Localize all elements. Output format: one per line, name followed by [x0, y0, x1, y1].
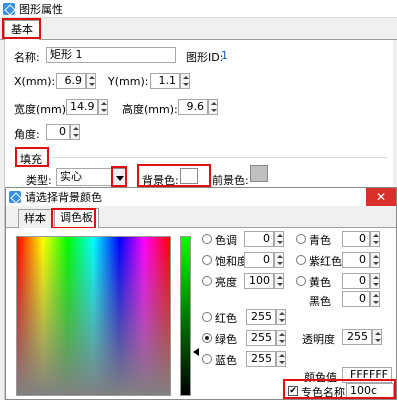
alpha-label: 透明度 [302, 333, 335, 346]
blue-spinner[interactable] [276, 351, 286, 367]
cyan-label: 青色 [309, 234, 331, 247]
x-label: X(mm): [14, 75, 56, 88]
dialog-app-icon [9, 191, 21, 203]
hue-input[interactable]: 0 [244, 231, 274, 247]
fill-type-select[interactable]: 实心 [56, 168, 112, 186]
tab-sample[interactable]: 样本 [18, 209, 52, 228]
green-label: 绿色 [215, 333, 237, 346]
saturation-input[interactable]: 0 [244, 252, 274, 268]
yellow-spinner[interactable] [370, 273, 380, 289]
foreground-color-label: 前景色: [212, 174, 249, 187]
fill-section-label: 填充 [20, 153, 42, 166]
hex-label: 颜色值 [304, 371, 337, 384]
luminance-spinner[interactable] [274, 273, 284, 289]
y-label: Y(mm): [108, 75, 149, 88]
magenta-spinner[interactable] [370, 252, 380, 268]
height-input[interactable]: 9.6 [178, 99, 208, 115]
magenta-radio[interactable] [296, 255, 306, 265]
cyan-spinner[interactable] [370, 231, 380, 247]
fill-divider [52, 157, 387, 158]
width-spinner[interactable] [98, 99, 108, 115]
magenta-input[interactable]: 0 [342, 252, 370, 268]
fill-type-label: 类型: [26, 174, 52, 187]
red-spinner[interactable] [276, 309, 286, 325]
window-title: 图形属性 [19, 2, 63, 16]
color-picker-dialog: 请选择背景颜色 ✕ 样本 调色板 色调 0 饱和度 0 亮度 100 青色 0 … [5, 187, 397, 400]
blue-label: 蓝色 [215, 354, 237, 367]
red-label: 红色 [215, 312, 237, 325]
red-input[interactable]: 255 [246, 309, 276, 325]
cyan-input[interactable]: 0 [342, 231, 370, 247]
black-input[interactable]: 0 [342, 291, 370, 307]
angle-spinner[interactable] [70, 124, 80, 140]
blue-radio[interactable] [202, 354, 212, 364]
x-spinner[interactable] [86, 73, 96, 89]
blue-input[interactable]: 255 [246, 351, 276, 367]
spot-color-label: 专色名称 [301, 386, 345, 399]
yellow-input[interactable]: 0 [342, 273, 370, 289]
green-radio[interactable] [202, 333, 212, 343]
dialog-titlebar: 请选择背景颜色 [6, 188, 396, 206]
x-input[interactable]: 6.9 [56, 73, 86, 89]
dialog-title: 请选择背景颜色 [25, 191, 102, 204]
color-spectrum[interactable] [16, 236, 171, 396]
alpha-input[interactable]: 255 [342, 329, 372, 345]
background-color-label: 背景色: [142, 174, 179, 187]
window-titlebar: 图形属性 [0, 0, 397, 18]
width-input[interactable]: 14.9 [66, 99, 98, 115]
foreground-color-swatch[interactable] [250, 165, 268, 182]
yellow-radio[interactable] [296, 276, 306, 286]
yellow-label: 黄色 [309, 276, 331, 289]
background-color-swatch[interactable] [180, 168, 198, 184]
green-input[interactable]: 255 [246, 330, 276, 346]
black-spinner[interactable] [370, 291, 380, 307]
luminance-pointer[interactable] [193, 348, 199, 356]
luminance-slider[interactable] [180, 236, 191, 396]
shape-id-label: 图形ID: [186, 51, 224, 64]
name-input[interactable]: 矩形 1 [46, 47, 176, 63]
width-label: 宽度(mm): [14, 103, 70, 116]
alpha-spinner[interactable] [372, 329, 382, 345]
spot-color-input[interactable]: 100c [346, 383, 394, 399]
tab-palette[interactable]: 调色板 [54, 208, 99, 229]
close-icon[interactable]: ✕ [366, 188, 396, 206]
name-label: 名称: [14, 51, 40, 64]
hue-spinner[interactable] [274, 231, 284, 247]
property-tabs: 基本 [0, 18, 397, 40]
angle-input[interactable]: 0 [46, 124, 70, 140]
shape-id-value: 1 [221, 49, 228, 62]
luminance-radio[interactable] [202, 276, 212, 286]
luminance-label: 亮度 [215, 276, 237, 289]
hex-input[interactable]: FFFFFF [342, 367, 392, 383]
cyan-radio[interactable] [296, 234, 306, 244]
luminance-input[interactable]: 100 [244, 273, 274, 289]
angle-label: 角度: [14, 128, 40, 141]
chevron-down-icon[interactable] [112, 168, 126, 186]
dialog-tabs: 样本 调色板 [6, 206, 396, 229]
green-spinner[interactable] [276, 330, 286, 346]
saturation-radio[interactable] [202, 255, 212, 265]
palette-panel: 色调 0 饱和度 0 亮度 100 青色 0 紫红色 0 黄色 0 黑色 0 红… [6, 228, 396, 399]
tab-basic[interactable]: 基本 [4, 20, 40, 40]
y-input[interactable]: 1.1 [150, 73, 180, 89]
spot-color-checkbox[interactable]: ✔ [288, 386, 298, 396]
y-spinner[interactable] [180, 73, 190, 89]
red-radio[interactable] [202, 312, 212, 322]
app-icon [3, 2, 15, 15]
magenta-label: 紫红色 [309, 255, 342, 268]
hue-radio[interactable] [202, 234, 212, 244]
hue-label: 色调 [215, 234, 237, 247]
saturation-spinner[interactable] [274, 252, 284, 268]
black-label: 黑色 [309, 295, 331, 308]
height-spinner[interactable] [208, 99, 218, 115]
height-label: 高度(mm): [122, 103, 178, 116]
